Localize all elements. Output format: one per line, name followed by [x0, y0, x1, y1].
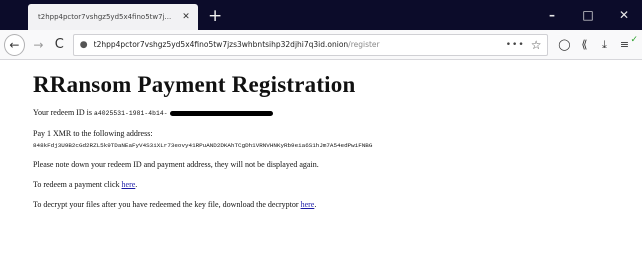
- navigation-bar: ← → C ● t2hpp4pctor7vshgz5yd5x4fino5tw7j…: [0, 30, 642, 60]
- site-info-icon[interactable]: ●: [80, 40, 88, 50]
- reload-button[interactable]: C: [50, 34, 69, 56]
- forward-button[interactable]: →: [29, 34, 48, 56]
- toolbar-icons: ◯ ⟪ ⤓ ≡ ✓: [554, 34, 642, 56]
- pocket-icon[interactable]: ◯: [554, 34, 574, 56]
- redeem-line: To redeem a payment click here.: [33, 179, 633, 190]
- minimize-button[interactable]: –: [534, 0, 570, 30]
- url-bar[interactable]: ● t2hpp4pctor7vshgz5yd5x4fino5tw7jzs3whb…: [72, 33, 549, 56]
- decrypt-text: To decrypt your files after you have red…: [33, 200, 299, 209]
- new-tab-button[interactable]: +: [208, 6, 222, 26]
- tab-active[interactable]: t2hpp4pctor7vshgz5yd5x4fino5tw7j... ✕: [28, 4, 198, 30]
- url-text[interactable]: t2hpp4pctor7vshgz5yd5x4fino5tw7jzs3whbnt…: [94, 40, 500, 49]
- back-button[interactable]: ←: [4, 33, 25, 56]
- redeem-id-line: Your redeem ID is a4025531-1981-4b14-: [33, 107, 633, 119]
- maximize-button[interactable]: □: [570, 0, 606, 30]
- decryptor-link[interactable]: here: [301, 200, 315, 209]
- page-content: RRansom Payment Registration Your redeem…: [33, 60, 633, 210]
- decrypt-period: .: [314, 200, 317, 209]
- payment-address: 848kFdj3U9B2cGd2RZL5k9TDaNEaFyV4S3iXLr73…: [33, 142, 373, 149]
- bookmark-star-icon[interactable]: ☆: [531, 38, 542, 52]
- note-line: Please note down your redeem ID and paym…: [33, 160, 319, 169]
- download-icon[interactable]: ⤓: [594, 34, 614, 56]
- page-actions-icon[interactable]: •••: [506, 40, 525, 50]
- redaction-bar: [169, 110, 273, 116]
- redeem-period: .: [135, 180, 138, 189]
- history-icon[interactable]: ⟪: [574, 34, 594, 56]
- url-path: /register: [348, 40, 380, 49]
- redeem-id-label: Your redeem ID is: [33, 108, 92, 117]
- tab-title: t2hpp4pctor7vshgz5yd5x4fino5tw7j...: [38, 13, 172, 21]
- redeem-id-value: a4025531-1981-4b14-: [93, 110, 168, 117]
- page-title: RRansom Payment Registration: [33, 72, 356, 97]
- title-bar: t2hpp4pctor7vshgz5yd5x4fino5tw7j... ✕ + …: [0, 0, 642, 30]
- url-host: t2hpp4pctor7vshgz5yd5x4fino5tw7jzs3whbnt…: [93, 40, 349, 49]
- window-controls: – □ ✕: [534, 0, 642, 30]
- redeem-text: To redeem a payment click: [33, 180, 120, 189]
- tab-close-icon[interactable]: ✕: [180, 12, 192, 22]
- close-window-button[interactable]: ✕: [606, 0, 642, 30]
- decrypt-line: To decrypt your files after you have red…: [33, 199, 633, 210]
- pay-line: Pay 1 XMR to the following address:: [33, 129, 153, 138]
- payment-instruction: Pay 1 XMR to the following address: 848k…: [33, 128, 633, 150]
- redeem-link[interactable]: here: [122, 180, 136, 189]
- update-badge-icon: ✓: [630, 34, 638, 45]
